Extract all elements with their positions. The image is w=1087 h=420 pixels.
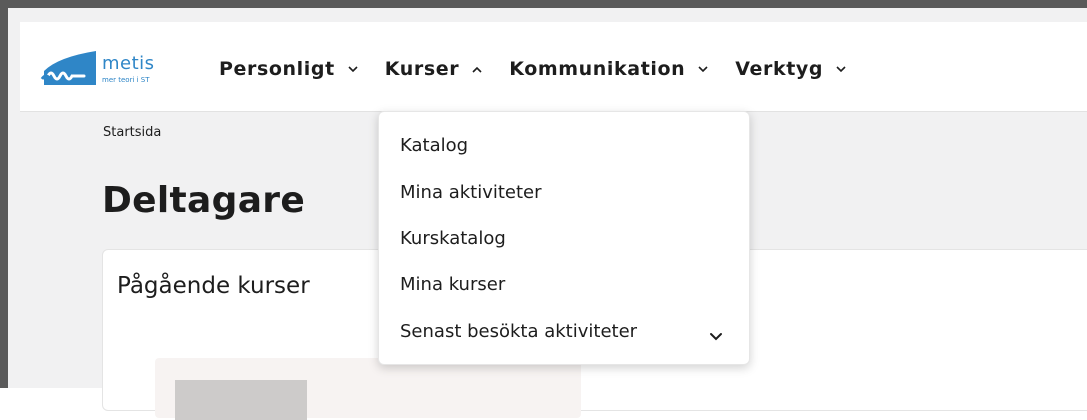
chevron-up-icon — [471, 63, 483, 75]
chevron-down-icon — [697, 63, 709, 75]
logo-tagline: mer teori i ST — [102, 76, 150, 84]
page-title: Deltagare — [102, 180, 306, 221]
card-title: Pågående kurser — [117, 273, 310, 299]
kurser-dropdown-menu: Katalog Mina aktiviteter Kurskatalog Min… — [378, 111, 750, 365]
chevron-down-icon — [835, 63, 847, 75]
breadcrumb-item-startsida[interactable]: Startsida — [103, 125, 161, 140]
main-nav: Personligt Kurser Kommunikation Verktyg — [219, 58, 873, 80]
nav-item-label: Kommunikation — [509, 58, 686, 80]
course-thumbnail — [175, 380, 307, 420]
nav-item-kurser[interactable]: Kurser — [385, 58, 483, 80]
menu-item-kurskatalog[interactable]: Kurskatalog — [400, 228, 506, 249]
chevron-down-icon[interactable] — [709, 327, 723, 341]
app-window: metis mer teori i ST Personligt Kurser K… — [0, 0, 1087, 420]
logo-wave-icon — [40, 51, 96, 85]
nav-item-label: Personligt — [219, 58, 335, 80]
metis-logo[interactable]: metis mer teori i ST — [40, 49, 180, 89]
course-tile[interactable] — [155, 358, 581, 420]
logo-word: metis — [102, 53, 155, 74]
menu-item-katalog[interactable]: Katalog — [400, 135, 468, 156]
chevron-down-icon — [347, 63, 359, 75]
menu-item-mina-aktiviteter[interactable]: Mina aktiviteter — [400, 182, 542, 203]
menu-item-mina-kurser[interactable]: Mina kurser — [400, 274, 505, 295]
breadcrumb: Startsida — [103, 125, 161, 140]
nav-item-label: Kurser — [384, 58, 460, 80]
top-navbar: metis mer teori i ST Personligt Kurser K… — [20, 22, 1087, 112]
menu-item-senast-besokta-aktiviteter[interactable]: Senast besökta aktiviteter — [400, 321, 637, 342]
nav-item-kommunikation[interactable]: Kommunikation — [509, 58, 709, 80]
nav-item-label: Verktyg — [735, 58, 824, 80]
nav-item-verktyg[interactable]: Verktyg — [735, 58, 847, 80]
nav-item-personligt[interactable]: Personligt — [219, 58, 359, 80]
